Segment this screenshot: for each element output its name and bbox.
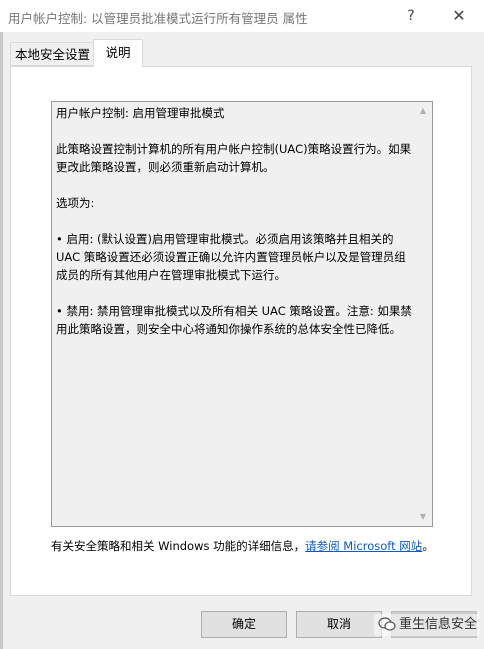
scroll-down-arrow-icon[interactable]: ▼ (415, 509, 431, 525)
help-button[interactable]: ? (396, 4, 426, 28)
option-disabled: • 禁用: 禁用管理审批模式以及所有相关 UAC 策略设置。注意: 如果禁用此策… (56, 304, 412, 336)
ok-button[interactable]: 确定 (201, 611, 287, 638)
scroll-up-arrow-icon[interactable]: ▲ (415, 103, 431, 119)
vertical-scrollbar[interactable]: ▲ ▼ (415, 103, 431, 525)
explain-heading: 用户帐户控制: 启用管理审批模式 (56, 106, 225, 120)
microsoft-website-link[interactable]: 请参阅 Microsoft 网站 (305, 539, 422, 553)
watermark: 重生信息安全 (374, 614, 480, 636)
cancel-button[interactable]: 取消 (296, 611, 382, 638)
tab-explain[interactable]: 说明 (93, 39, 143, 67)
more-info-text: 有关安全策略和相关 Windows 功能的详细信息，请参阅 Microsoft … (51, 538, 441, 555)
close-button[interactable]: ✕ (444, 4, 474, 28)
tab-local-security-setting[interactable]: 本地安全设置 (10, 42, 94, 66)
options-label: 选项为: (56, 196, 95, 210)
watermark-text: 重生信息安全 (399, 617, 478, 632)
window-title: 用户帐户控制: 以管理员批准模式运行所有管理员 属性 (8, 11, 308, 26)
more-info-label: 有关安全策略和相关 Windows 功能的详细信息， (51, 539, 306, 553)
explain-text: 用户帐户控制: 启用管理审批模式 此策略设置控制计算机的所有用户帐户控制(UAC… (56, 104, 414, 356)
tab-panel: 用户帐户控制: 启用管理审批模式 此策略设置控制计算机的所有用户帐户控制(UAC… (10, 66, 472, 596)
wechat-logo-icon (378, 616, 396, 631)
option-enabled: • 启用: (默认设置)启用管理审批模式。必须启用该策略并且相关的 UAC 策略… (56, 232, 406, 282)
explain-paragraph: 此策略设置控制计算机的所有用户帐户控制(UAC)策略设置行为。如果更改此策略设置… (56, 142, 412, 174)
window-edge (0, 32, 3, 649)
more-info-end: 。 (422, 539, 434, 553)
title-bar: 用户帐户控制: 以管理员批准模式运行所有管理员 属性 ? ✕ (0, 0, 484, 32)
explain-textbox[interactable]: 用户帐户控制: 启用管理审批模式 此策略设置控制计算机的所有用户帐户控制(UAC… (51, 101, 433, 527)
